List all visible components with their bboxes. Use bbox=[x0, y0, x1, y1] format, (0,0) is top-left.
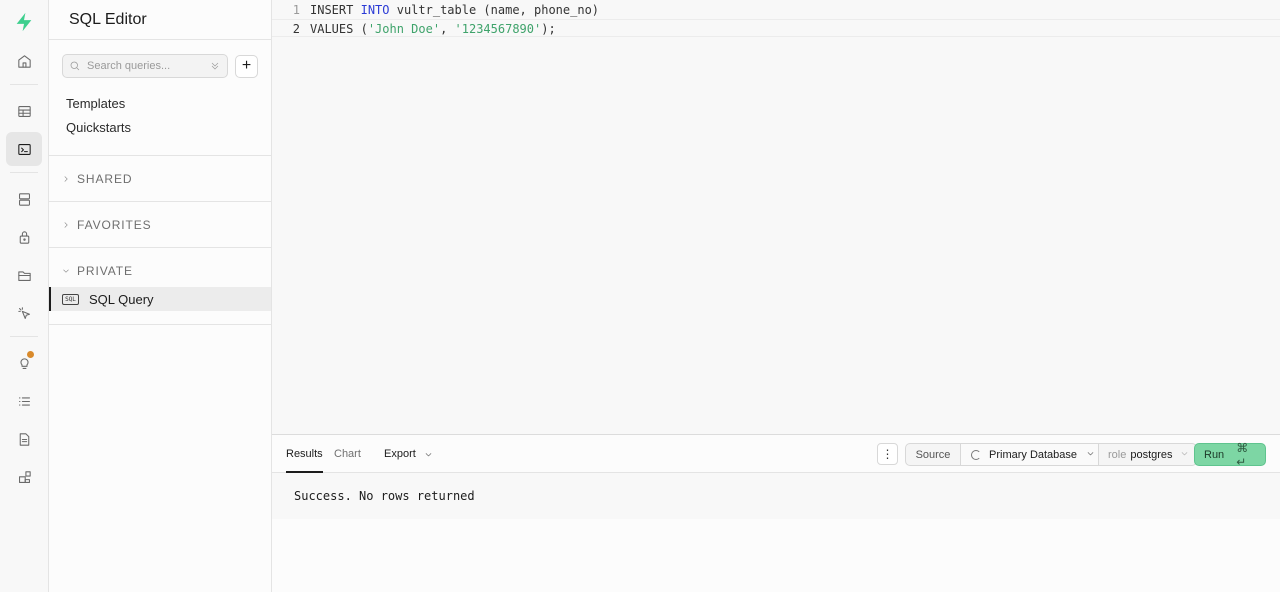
string-literal: '1234567890' bbox=[454, 22, 542, 36]
logo-bolt-icon[interactable] bbox=[6, 5, 42, 39]
string-literal: 'John Doe' bbox=[367, 22, 441, 36]
run-label: Run bbox=[1204, 448, 1225, 461]
divider bbox=[49, 247, 271, 248]
icon-rail bbox=[0, 0, 49, 592]
sql-file-icon: SQL bbox=[62, 293, 79, 305]
rail-divider bbox=[10, 336, 38, 337]
search-icon bbox=[69, 60, 81, 72]
result-message: Success. No rows returned bbox=[272, 473, 1280, 519]
sidebar-title: SQL Editor bbox=[49, 0, 271, 40]
section-private[interactable]: PRIVATE bbox=[61, 264, 133, 278]
sort-chevrons-icon[interactable] bbox=[209, 60, 221, 72]
code-line[interactable]: 1 INSERT INTO vultr_table (name, phone_no… bbox=[272, 1, 1280, 19]
chevron-down-icon bbox=[1180, 449, 1189, 461]
keyword-insert: INSERT bbox=[310, 3, 354, 17]
source-button[interactable]: Source bbox=[906, 444, 961, 465]
line-number: 1 bbox=[292, 3, 300, 17]
document-icon[interactable] bbox=[6, 422, 42, 456]
connection-controls: Source Primary Database role postgres bbox=[905, 443, 1197, 466]
table-icon[interactable] bbox=[6, 94, 42, 128]
tab-chart[interactable]: Chart bbox=[334, 435, 361, 473]
code-text: ); bbox=[541, 22, 556, 36]
new-query-button[interactable]: + bbox=[235, 54, 258, 78]
run-button[interactable]: Run ⌘ ↵ bbox=[1194, 440, 1266, 469]
chevron-right-icon bbox=[61, 173, 73, 185]
database-selector[interactable]: Primary Database bbox=[961, 444, 1099, 465]
extensions-icon[interactable] bbox=[6, 460, 42, 494]
section-shared-label: SHARED bbox=[77, 172, 133, 186]
home-icon[interactable] bbox=[6, 44, 42, 78]
line-number: 2 bbox=[292, 22, 300, 36]
section-private-label: PRIVATE bbox=[77, 264, 133, 278]
role-selector[interactable]: role postgres bbox=[1099, 444, 1196, 465]
keyword-into: INTO bbox=[360, 3, 390, 17]
export-dropdown[interactable]: Export bbox=[384, 435, 433, 473]
tab-results[interactable]: Results bbox=[286, 435, 323, 473]
lock-icon[interactable] bbox=[6, 220, 42, 254]
cursor-icon[interactable] bbox=[6, 296, 42, 330]
rail-divider bbox=[10, 172, 38, 173]
quickstarts-link[interactable]: Quickstarts bbox=[66, 120, 131, 144]
query-name: SQL Query bbox=[89, 291, 154, 307]
chevron-down-icon bbox=[61, 265, 73, 277]
code-line[interactable]: 2 VALUES ('John Doe', '1234567890'); bbox=[272, 19, 1280, 37]
sidebar-item-sql-query[interactable]: SQL SQL Query bbox=[49, 287, 271, 311]
more-options-button[interactable]: ⋮ bbox=[877, 443, 898, 465]
search-queries-input[interactable]: Search queries... bbox=[62, 54, 228, 78]
divider bbox=[49, 155, 271, 156]
code-text: , bbox=[440, 22, 455, 36]
list-icon[interactable] bbox=[6, 384, 42, 418]
divider bbox=[49, 201, 271, 202]
section-favorites-label: FAVORITES bbox=[77, 218, 152, 232]
lightbulb-icon[interactable] bbox=[6, 346, 42, 380]
code-editor[interactable]: 1 INSERT INTO vultr_table (name, phone_no… bbox=[272, 0, 1280, 434]
search-row: Search queries... + bbox=[62, 54, 258, 78]
sidebar-links: Templates Quickstarts bbox=[66, 96, 131, 144]
sql-editor-sidebar: SQL Editor Search queries... + Templates… bbox=[49, 0, 272, 592]
search-placeholder: Search queries... bbox=[87, 60, 171, 72]
code-text: vultr_table (name, phone_no) bbox=[389, 3, 600, 17]
section-favorites[interactable]: FAVORITES bbox=[61, 218, 152, 232]
terminal-icon[interactable] bbox=[6, 132, 42, 166]
chevron-down-icon bbox=[425, 452, 432, 456]
templates-link[interactable]: Templates bbox=[66, 96, 131, 120]
folder-icon[interactable] bbox=[6, 258, 42, 292]
code-text: ( bbox=[353, 22, 368, 36]
results-panel: Results Chart Export ⋮ Source Primary Da… bbox=[272, 434, 1280, 592]
export-label: Export bbox=[384, 448, 416, 460]
divider bbox=[49, 324, 271, 325]
role-value: postgres bbox=[1130, 448, 1173, 461]
rail-divider bbox=[10, 84, 38, 85]
app-window: SQL Editor Search queries... + Templates… bbox=[0, 0, 1280, 592]
role-prefix: role bbox=[1108, 448, 1127, 461]
database-label: Primary Database bbox=[989, 448, 1078, 461]
loading-spinner-icon bbox=[971, 449, 981, 460]
section-shared[interactable]: SHARED bbox=[61, 172, 132, 186]
results-toolbar: Results Chart Export ⋮ Source Primary Da… bbox=[272, 435, 1280, 473]
database-icon[interactable] bbox=[6, 182, 42, 216]
run-shortcut: ⌘ ↵ bbox=[1236, 440, 1251, 469]
chevron-right-icon bbox=[61, 219, 73, 231]
keyword-values: VALUES bbox=[310, 22, 354, 36]
notification-dot bbox=[27, 351, 34, 358]
chevron-down-icon bbox=[1086, 449, 1095, 461]
